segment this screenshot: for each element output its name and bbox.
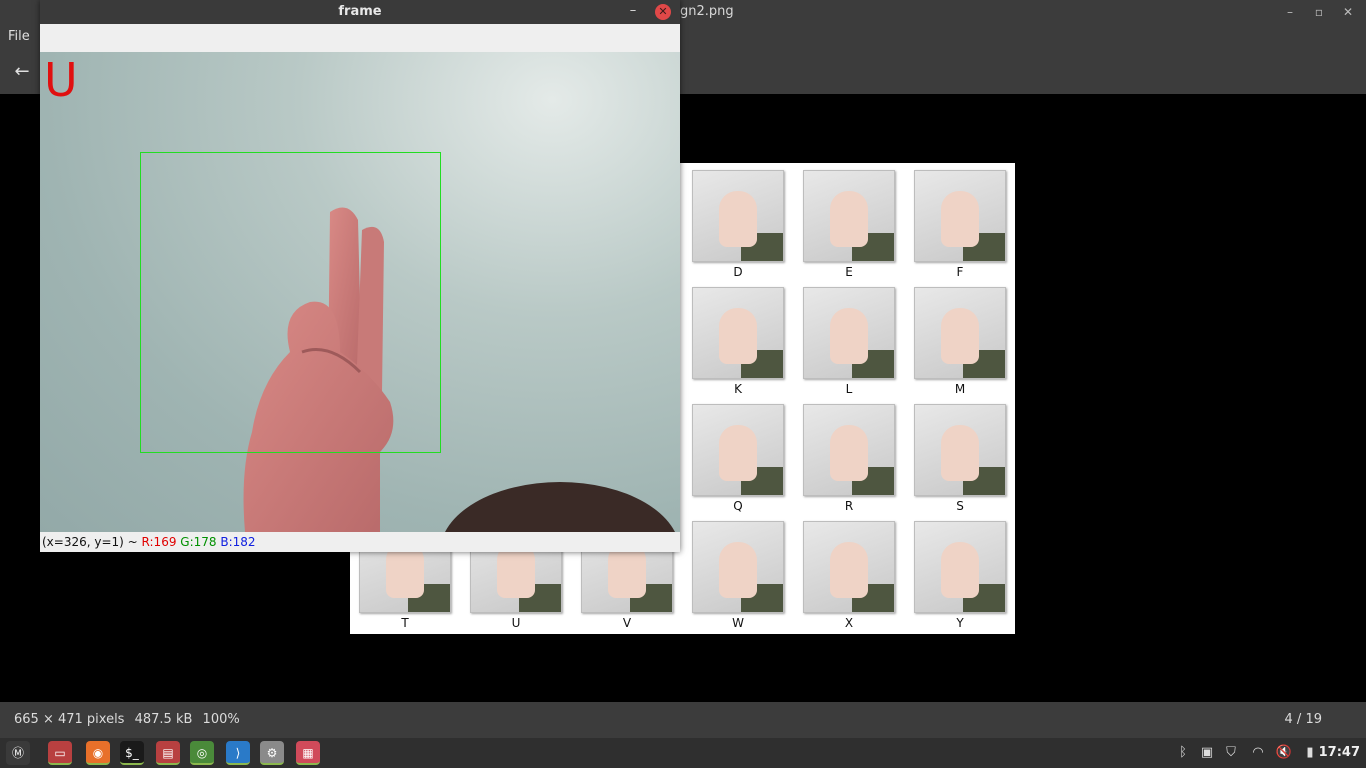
sign-label: R [844,499,854,513]
sign-photo [803,287,895,379]
sign-label: D [733,265,743,279]
sign-photo [803,521,895,613]
frame-toolbar [40,24,680,52]
wifi-icon[interactable]: ◠ [1249,744,1267,762]
pixel-coords: (x=326, y=1) ~ [42,535,138,549]
sign-photo [914,521,1006,613]
sign-cell: D [692,170,784,282]
minimize-icon[interactable]: – [1280,2,1300,22]
camera-feed[interactable]: U [40,52,680,532]
vscode-icon[interactable]: ⟩ [226,741,250,765]
sign-label: M [954,382,966,396]
sign-cell: W [692,521,784,633]
image-position: 4 / 19 [1284,712,1322,727]
bluetooth-icon[interactable]: ᛒ [1174,744,1192,762]
frame-title: frame [338,4,382,19]
mint-menu-icon[interactable]: Ⓜ [6,741,30,765]
close-icon[interactable]: ✕ [655,4,671,20]
sign-cell: L [803,287,895,399]
taskbar: Ⓜ ▭ ◉ $_ ▤ ◎ ⟩ ⚙ ▦ ᛒ ▣ ⛉ ◠ 🔇 ▮ 17:47 [0,738,1366,768]
zoom-level: 100% [202,712,240,727]
pixel-info-bar: (x=326, y=1) ~ R:169 G:178 B:182 [40,532,680,552]
menu-file[interactable]: File [8,29,30,44]
sign-photo [803,404,895,496]
battery-icon[interactable]: ▮ [1301,744,1319,762]
sign-label: X [844,616,854,630]
terminal-icon[interactable]: $_ [120,741,144,765]
shield-icon[interactable]: ⛉ [1222,744,1240,762]
image-filesize: 487.5 kB [134,712,193,727]
firefox-icon[interactable]: ◉ [86,741,110,765]
sign-photo [692,521,784,613]
sign-cell: M [914,287,1006,399]
sign-photo [692,404,784,496]
pixel-green: G:178 [180,535,217,549]
sign-cell: Q [692,404,784,516]
sign-cell: K [692,287,784,399]
sign-cell: Y [914,521,1006,633]
sign-cell: R [803,404,895,516]
viewer-title: gn2.png [680,4,734,19]
sign-photo [914,404,1006,496]
sign-photo [692,287,784,379]
sign-cell: X [803,521,895,633]
sign-cell: F [914,170,1006,282]
sign-label: E [845,265,853,279]
volume-muted-icon[interactable]: 🔇 [1275,744,1293,762]
sign-label: W [732,616,744,630]
frame-titlebar: frame – ✕ [40,0,680,24]
predicted-letter: U [44,53,78,107]
sign-label: L [845,382,853,396]
settings-icon[interactable]: ⚙ [260,741,284,765]
minimize-icon[interactable]: – [624,2,642,22]
sign-photo [914,170,1006,262]
sign-label: V [622,616,632,630]
sign-label: K [734,382,742,396]
sign-photo [803,170,895,262]
frame-window: frame – ✕ U (x=326, y=1) ~ R:169 G:178 B… [40,0,680,552]
maximize-icon[interactable]: ▫ [1309,2,1329,22]
sign-label: S [956,499,964,513]
chrome-icon[interactable]: ◎ [190,741,214,765]
close-icon[interactable]: ✕ [1338,2,1358,22]
image-viewer-icon[interactable]: ▦ [296,741,320,765]
sign-label: Q [733,499,743,513]
clipboard-icon[interactable]: ▣ [1198,744,1216,762]
arrow-left-icon[interactable]: ← [10,60,34,84]
clock[interactable]: 17:47 [1319,745,1360,760]
sign-photo [692,170,784,262]
sign-photo [914,287,1006,379]
sign-cell: E [803,170,895,282]
roi-box [140,152,441,453]
show-desktop-icon[interactable]: ▭ [48,741,72,765]
sign-label: T [401,616,409,630]
sign-cell: S [914,404,1006,516]
sign-label: F [956,265,964,279]
sign-label: Y [956,616,964,630]
files-icon[interactable]: ▤ [156,741,180,765]
sign-label: U [511,616,521,630]
pixel-blue: B:182 [220,535,256,549]
pixel-red: R:169 [141,535,177,549]
image-dimensions: 665 × 471 pixels [14,712,125,727]
viewer-statusbar: 665 × 471 pixels 487.5 kB 100% 4 / 19 [0,702,1366,738]
